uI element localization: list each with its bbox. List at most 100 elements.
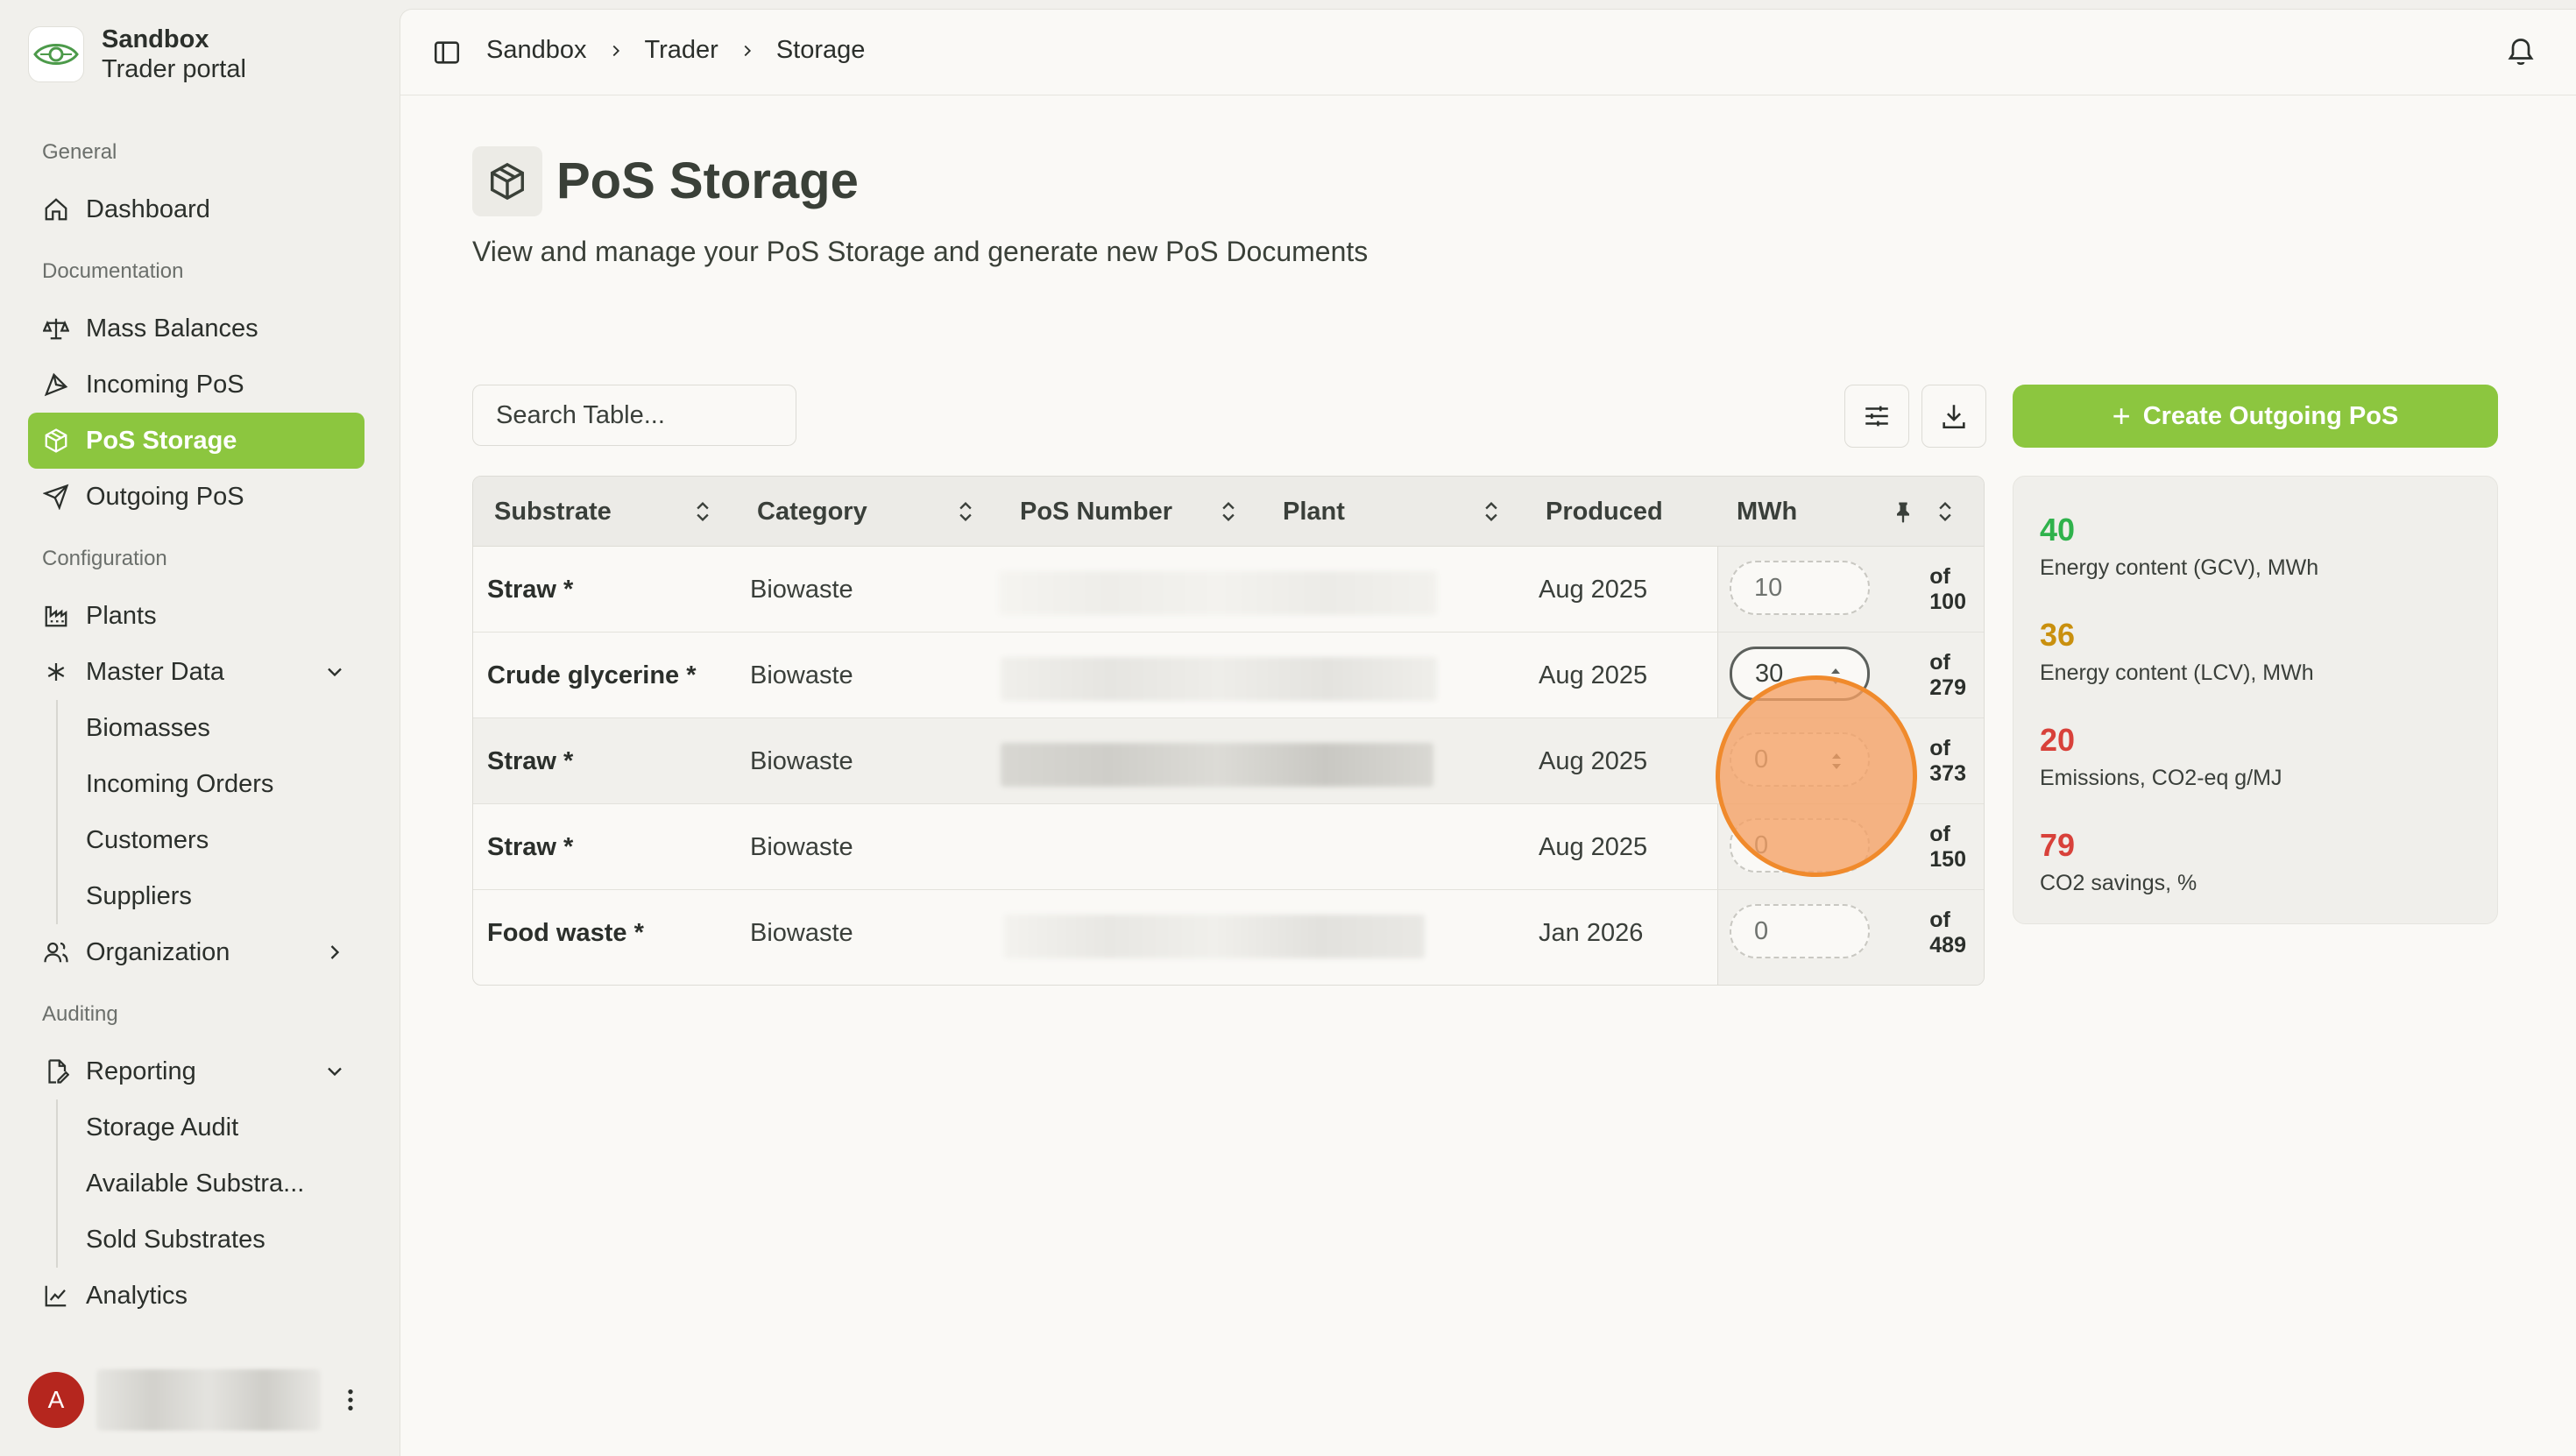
cell-category: Biowaste <box>750 918 853 947</box>
avatar[interactable]: A <box>28 1372 84 1428</box>
sidebar-item-plants[interactable]: Plants <box>28 588 364 644</box>
eye-logo-icon <box>28 26 84 82</box>
asterisk-icon <box>42 658 70 686</box>
column-header-category[interactable]: Category <box>757 477 867 547</box>
sidebar-item-storage-audit[interactable]: Storage Audit <box>86 1099 238 1156</box>
mwh-input[interactable]: 0 <box>1730 904 1870 958</box>
breadcrumb: Sandbox Trader Storage <box>486 36 865 65</box>
sidebar-item-sold-substrates[interactable]: Sold Substrates <box>86 1212 265 1268</box>
search-input[interactable] <box>472 385 796 446</box>
column-header-plant[interactable]: Plant <box>1283 477 1345 547</box>
chevron-right-icon[interactable] <box>322 940 347 965</box>
sidebar-item-outgoing-pos[interactable]: Outgoing PoS <box>28 469 364 525</box>
sidebar-item-label: Mass Balances <box>86 314 258 343</box>
factory-icon <box>42 602 70 630</box>
package-icon <box>472 146 542 216</box>
mwh-input[interactable]: 10 <box>1730 561 1870 615</box>
sidebar-item-organization[interactable]: Organization <box>28 924 364 980</box>
chevron-down-icon[interactable] <box>322 660 347 684</box>
topbar: Sandbox Trader Storage <box>400 10 2576 95</box>
sidebar-item-biomasses[interactable]: Biomasses <box>86 700 210 756</box>
column-header-mwh[interactable]: MWh <box>1737 477 1797 547</box>
stat-label: CO2 savings, % <box>2040 871 2197 895</box>
mwh-value: 0 <box>1754 916 1769 945</box>
stat-label: Emissions, CO2-eq g/MJ <box>2040 766 2282 790</box>
sidebar-item-mass-balances[interactable]: Mass Balances <box>28 300 364 357</box>
cell-substrate: Food waste * <box>487 918 644 947</box>
package-icon <box>42 427 70 455</box>
scale-icon <box>42 315 70 343</box>
sort-icon[interactable] <box>1479 499 1504 524</box>
sidebar-item-incoming-pos[interactable]: Incoming PoS <box>28 357 364 413</box>
pin-icon[interactable] <box>1891 499 1915 524</box>
cell-produced: Aug 2025 <box>1539 575 1648 604</box>
cell-substrate: Straw * <box>487 832 574 861</box>
main-panel: Sandbox Trader Storage PoS Storage View … <box>400 9 2576 1456</box>
sidebar-item-label: Plants <box>86 601 157 630</box>
sidebar-item-incoming-orders[interactable]: Incoming Orders <box>86 756 273 812</box>
sidebar-item-master-data[interactable]: Master Data <box>28 644 364 700</box>
stat-label: Energy content (LCV), MWh <box>2040 661 2314 685</box>
sidebar-item-available-substrates[interactable]: Available Substra... <box>86 1156 304 1212</box>
sort-icon[interactable] <box>1216 499 1241 524</box>
click-indicator <box>1716 675 1917 877</box>
user-menu[interactable]: A <box>28 1369 364 1431</box>
bell-icon[interactable] <box>2505 36 2537 67</box>
column-header-produced[interactable]: Produced <box>1546 477 1663 547</box>
table-header: Substrate Category PoS Number Plant Prod… <box>473 477 1984 547</box>
cell-category: Biowaste <box>750 661 853 689</box>
submenu-line <box>56 1099 58 1268</box>
page-title: PoS Storage <box>556 152 859 209</box>
column-header-substrate[interactable]: Substrate <box>494 477 612 547</box>
brand-name: Sandbox <box>102 25 209 53</box>
table-row[interactable]: Food waste * Biowaste Jan 2026 0 of 489 <box>473 890 1984 976</box>
breadcrumb-storage: Storage <box>775 36 866 64</box>
plus-icon: + <box>2112 398 2131 434</box>
column-header-pos-number[interactable]: PoS Number <box>1020 477 1172 547</box>
sidebar-item-dashboard[interactable]: Dashboard <box>28 181 364 237</box>
stat-co2-savings: 79 CO2 savings, % <box>2040 827 2197 896</box>
cell-substrate: Straw * <box>487 746 574 775</box>
cell-of-total: of 100 <box>1929 564 1966 614</box>
table-row[interactable]: Straw * Biowaste Aug 2025 10 of 100 <box>473 547 1984 633</box>
sliders-icon <box>1865 406 1888 427</box>
brand-subtitle: Trader portal <box>102 55 246 83</box>
breadcrumb-trader[interactable]: Trader <box>645 36 718 65</box>
cell-produced: Jan 2026 <box>1539 918 1644 947</box>
sidebar-toggle-icon[interactable] <box>432 38 462 67</box>
chevron-down-icon[interactable] <box>322 1059 347 1084</box>
sidebar-item-label: Organization <box>86 937 230 966</box>
cell-of-total: of 489 <box>1929 908 1966 958</box>
sidebar-item-suppliers[interactable]: Suppliers <box>86 868 192 924</box>
section-auditing: Auditing <box>42 1002 118 1026</box>
brand[interactable]: Sandbox Trader portal <box>28 25 246 84</box>
pos-number-redacted <box>1002 829 1428 873</box>
chevron-right-icon <box>612 45 619 56</box>
stat-value: 20 <box>2040 722 2076 758</box>
users-icon <box>42 938 70 966</box>
sort-icon[interactable] <box>953 499 978 524</box>
download-icon <box>1943 405 1965 429</box>
stat-value: 36 <box>2040 617 2076 653</box>
sidebar-item-customers[interactable]: Customers <box>86 812 209 868</box>
sort-icon[interactable] <box>1933 499 1957 524</box>
sidebar-item-reporting[interactable]: Reporting <box>28 1043 364 1099</box>
sidebar-item-pos-storage[interactable]: PoS Storage <box>28 413 364 469</box>
breadcrumb-sandbox[interactable]: Sandbox <box>486 36 587 65</box>
section-configuration: Configuration <box>42 547 167 570</box>
section-documentation: Documentation <box>42 259 184 283</box>
download-button[interactable] <box>1921 385 1986 448</box>
sidebar-item-label: Incoming PoS <box>86 370 244 399</box>
pos-number-redacted <box>1001 743 1433 787</box>
cell-produced: Aug 2025 <box>1539 832 1648 861</box>
create-outgoing-pos-button[interactable]: + Create Outgoing PoS <box>2013 385 2498 448</box>
sort-icon[interactable] <box>690 499 715 524</box>
filter-settings-button[interactable] <box>1844 385 1909 448</box>
more-vertical-icon[interactable] <box>336 1386 364 1414</box>
sidebar-item-label: Dashboard <box>86 194 210 223</box>
cell-of-total: of 373 <box>1929 736 1966 786</box>
stats-card: 40 Energy content (GCV), MWh 36 Energy c… <box>2013 476 2498 924</box>
sidebar-item-analytics[interactable]: Analytics <box>28 1268 364 1324</box>
cell-category: Biowaste <box>750 832 853 861</box>
home-icon <box>42 195 70 223</box>
